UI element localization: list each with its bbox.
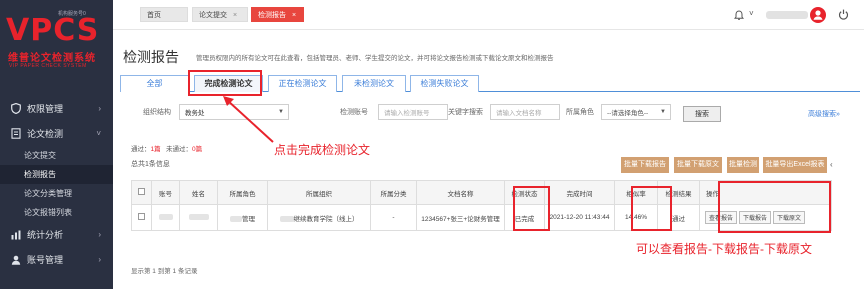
sidebar-item-statistics[interactable]: 统计分析 › <box>0 222 113 247</box>
sidebar-subitem-reports[interactable]: 检测报告 <box>0 165 113 184</box>
sidebar-subitem-categories[interactable]: 论文分类管理 <box>0 184 113 203</box>
sidebar-subitem-errors[interactable]: 论文报错列表 <box>0 203 113 222</box>
tab-submit[interactable]: 论文提交 × <box>192 7 248 22</box>
shield-icon <box>10 103 22 115</box>
chevron-right-icon: › <box>98 230 101 239</box>
username-masked <box>766 11 808 19</box>
tab-home[interactable]: 首页 <box>140 7 188 22</box>
chevron-down-icon: ˅ <box>96 129 101 138</box>
user-icon <box>10 254 22 266</box>
tab-reports[interactable]: 检测报告 × <box>251 7 304 22</box>
sidebar: 机构服务号0 VPCS 维普论文检测系统 VIP PAPER CHECK SYS… <box>0 0 113 289</box>
sidebar-item-label: 统计分析 <box>27 230 64 240</box>
sidebar-item-label: 账号管理 <box>27 255 64 265</box>
chevron-down-icon[interactable]: ˅ <box>749 9 754 18</box>
sidebar-item-label: 论文检测 <box>27 129 64 139</box>
tab-label: 检测报告 <box>258 12 286 19</box>
annotation-view-download: 可以查看报告-下载报告-下载原文 <box>636 242 812 256</box>
logo-name-cn: 维普论文检测系统 <box>8 53 96 64</box>
sidebar-item-permissions[interactable]: 权限管理 › <box>0 96 113 121</box>
tab-label: 论文提交 <box>199 12 227 19</box>
tab-label: 首页 <box>147 12 161 19</box>
sidebar-subitem-submit[interactable]: 论文提交 <box>0 146 113 165</box>
logo-brand: VPCS <box>6 13 100 48</box>
top-bar: 首页 论文提交 × 检测报告 × ˅ <box>113 0 864 30</box>
document-icon <box>10 128 22 140</box>
bell-icon[interactable] <box>734 10 744 21</box>
sidebar-menu: 权限管理 › 论文检测 ˅ 论文提交 检测报告 论文分类管理 论文报错列表 统计… <box>0 96 113 272</box>
power-icon[interactable] <box>838 9 849 20</box>
avatar[interactable] <box>810 7 826 23</box>
sidebar-item-accounts[interactable]: 账号管理 › <box>0 247 113 272</box>
chevron-right-icon: › <box>98 255 101 264</box>
close-icon[interactable]: × <box>233 12 237 19</box>
close-icon[interactable]: × <box>292 12 296 19</box>
sidebar-item-label: 权限管理 <box>27 104 64 114</box>
chevron-right-icon: › <box>98 104 101 113</box>
sidebar-item-paper-check[interactable]: 论文检测 ˅ <box>0 121 113 146</box>
chart-icon <box>10 229 22 241</box>
logo: 机构服务号0 VPCS 维普论文检测系统 VIP PAPER CHECK SYS… <box>0 0 113 88</box>
main-content: 检测报告 管理员权限内的所有论文可在此查看，包括管理员、老师、学生提交的论文，并… <box>113 30 864 289</box>
logo-name-en: VIP PAPER CHECK SYSTEM <box>9 63 87 69</box>
annotation-click-complete: 点击完成检测论文 <box>274 143 371 157</box>
